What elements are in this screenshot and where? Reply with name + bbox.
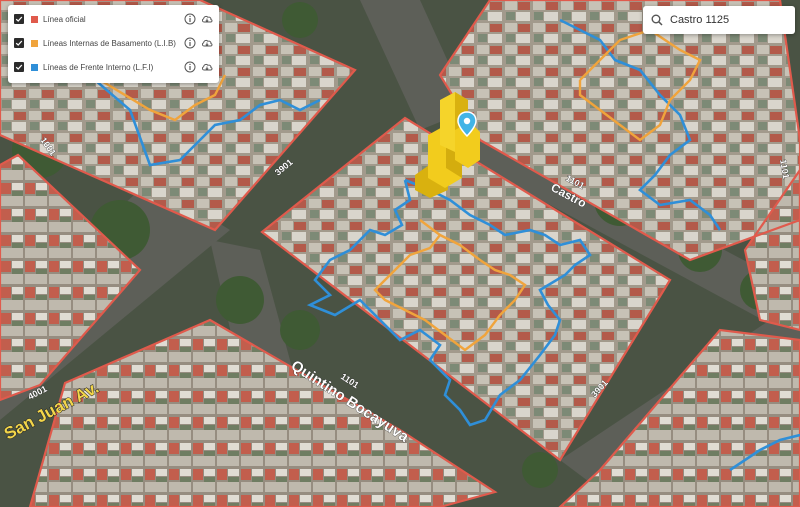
info-icon[interactable] [184, 13, 196, 25]
info-icon[interactable] [184, 61, 196, 73]
info-icon[interactable] [184, 37, 196, 49]
layer-checkbox[interactable] [14, 62, 24, 72]
layer-color-swatch [31, 15, 38, 23]
layer-label: Líneas Internas de Basamento (L.I.B) [43, 38, 176, 48]
layer-color-swatch [31, 39, 38, 47]
layer-row-lfi[interactable]: Líneas de Frente Interno (L.F.I) [14, 55, 213, 79]
search-icon[interactable] [651, 14, 663, 26]
search-input[interactable] [670, 14, 790, 26]
layer-label: Línea oficial [43, 14, 86, 24]
cloud-download-icon[interactable] [201, 61, 213, 73]
layer-row-linea-oficial[interactable]: Línea oficial [14, 7, 213, 31]
cloud-download-icon[interactable] [201, 13, 213, 25]
layer-label: Líneas de Frente Interno (L.F.I) [43, 62, 154, 72]
layer-checkbox[interactable] [14, 38, 24, 48]
layers-panel: Línea oficial Líneas Internas de Basamen… [8, 5, 219, 83]
address-search-box[interactable] [643, 6, 795, 34]
cloud-download-icon[interactable] [201, 37, 213, 49]
layer-row-lib[interactable]: Líneas Internas de Basamento (L.I.B) [14, 31, 213, 55]
layer-color-swatch [31, 63, 38, 71]
layer-checkbox[interactable] [14, 14, 24, 24]
